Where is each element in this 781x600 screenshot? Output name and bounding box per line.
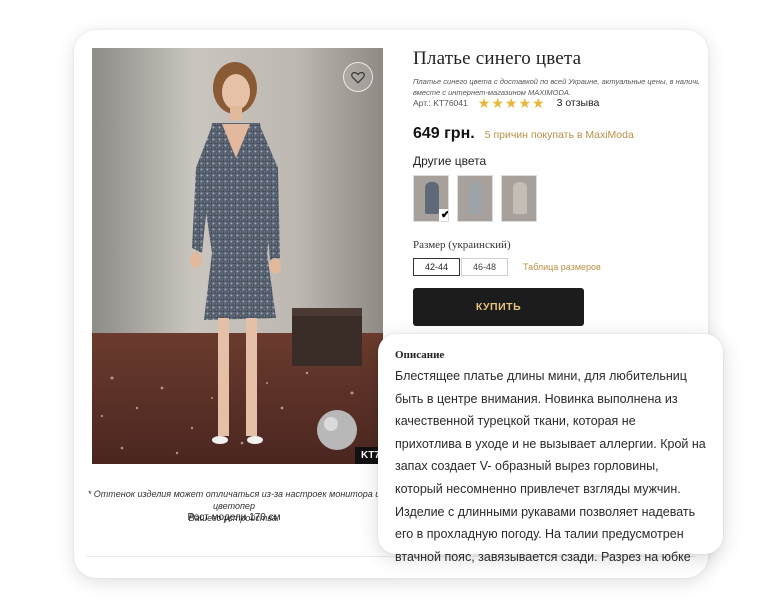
description-line: Изделие с длинными рукавами позволяет на… (395, 504, 696, 519)
model-height: Рост модели 170 см (187, 512, 281, 523)
star-icon: ★ (518, 95, 531, 111)
description-line: быть в центре внимания. Новинка выполнен… (395, 391, 678, 406)
check-icon: ✔ (439, 209, 448, 221)
product-photo[interactable]: KT76041 (92, 48, 383, 464)
description-line: Блестящее платье длины мини, для любител… (395, 369, 687, 383)
description-line: который несомненно привлечет взгляды муж… (395, 481, 681, 496)
description-line: его в прохладную погоду. На талии предус… (395, 527, 684, 542)
swatch-figure (425, 182, 439, 214)
star-icon: ★ (504, 95, 518, 111)
price: 649 грн. (413, 125, 475, 142)
heart-icon (351, 71, 365, 84)
description-popup: Описание Блестящее платье длины мини, дл… (378, 334, 723, 564)
rating-stars[interactable]: ★ ★ ★ ★ ★ (478, 96, 546, 110)
swatch-figure (469, 182, 483, 214)
description-title: Описание (395, 349, 445, 361)
product-title: Платье синего цвета (413, 48, 582, 69)
color-disclaimer-line1: * Оттенок изделия может отличаться из-за… (87, 489, 381, 511)
description-line: прихотлива в уходе и не вызывает аллерги… (395, 436, 706, 451)
star-icon: ★ (477, 95, 491, 111)
product-subtitle: Платье синего цвета с доставкой по всей … (413, 76, 699, 98)
product-subtitle-line1: Платье синего цвета с доставкой по всей … (413, 77, 699, 86)
color-swatch-2[interactable] (457, 175, 493, 222)
color-swatch-3[interactable] (501, 175, 537, 222)
description-line: втачной пояс, завязывается сзади. Разрез… (395, 549, 691, 564)
size-table-link[interactable]: Таблица размеров (523, 262, 601, 272)
description-line: запах создает V- образный вырез горловин… (395, 459, 659, 474)
size-selector: 42-44 46-48 Таблица размеров (413, 258, 601, 276)
color-swatch-1[interactable]: ✔ (413, 175, 449, 222)
price-row: 649 грн. 5 причин покупать в MaxiModa (413, 125, 634, 143)
description-line: качественной турецкой ткани, которая не (395, 414, 636, 429)
size-label: Размер (украинский) (413, 239, 511, 251)
size-option-46-48[interactable]: 46-48 (461, 258, 508, 276)
star-icon: ★ (532, 95, 545, 111)
reasons-link[interactable]: 5 причин покупать в MaxiModa (485, 129, 634, 141)
other-colors-label: Другие цвета (413, 154, 487, 168)
size-option-42-44[interactable]: 42-44 (413, 258, 460, 276)
star-icon: ★ (491, 95, 504, 111)
photo-illustration (92, 48, 383, 464)
article-rating-row: Арт.: KT76041 ★ ★ ★ ★ ★ 3 отзыва (413, 96, 599, 110)
article-number: Арт.: KT76041 (413, 98, 468, 108)
color-swatches: ✔ (413, 175, 545, 222)
favorite-button[interactable] (343, 62, 373, 92)
buy-button[interactable]: КУПИТЬ (413, 288, 584, 326)
reviews-link[interactable]: 3 отзыва (557, 97, 600, 109)
swatch-figure (513, 182, 527, 214)
